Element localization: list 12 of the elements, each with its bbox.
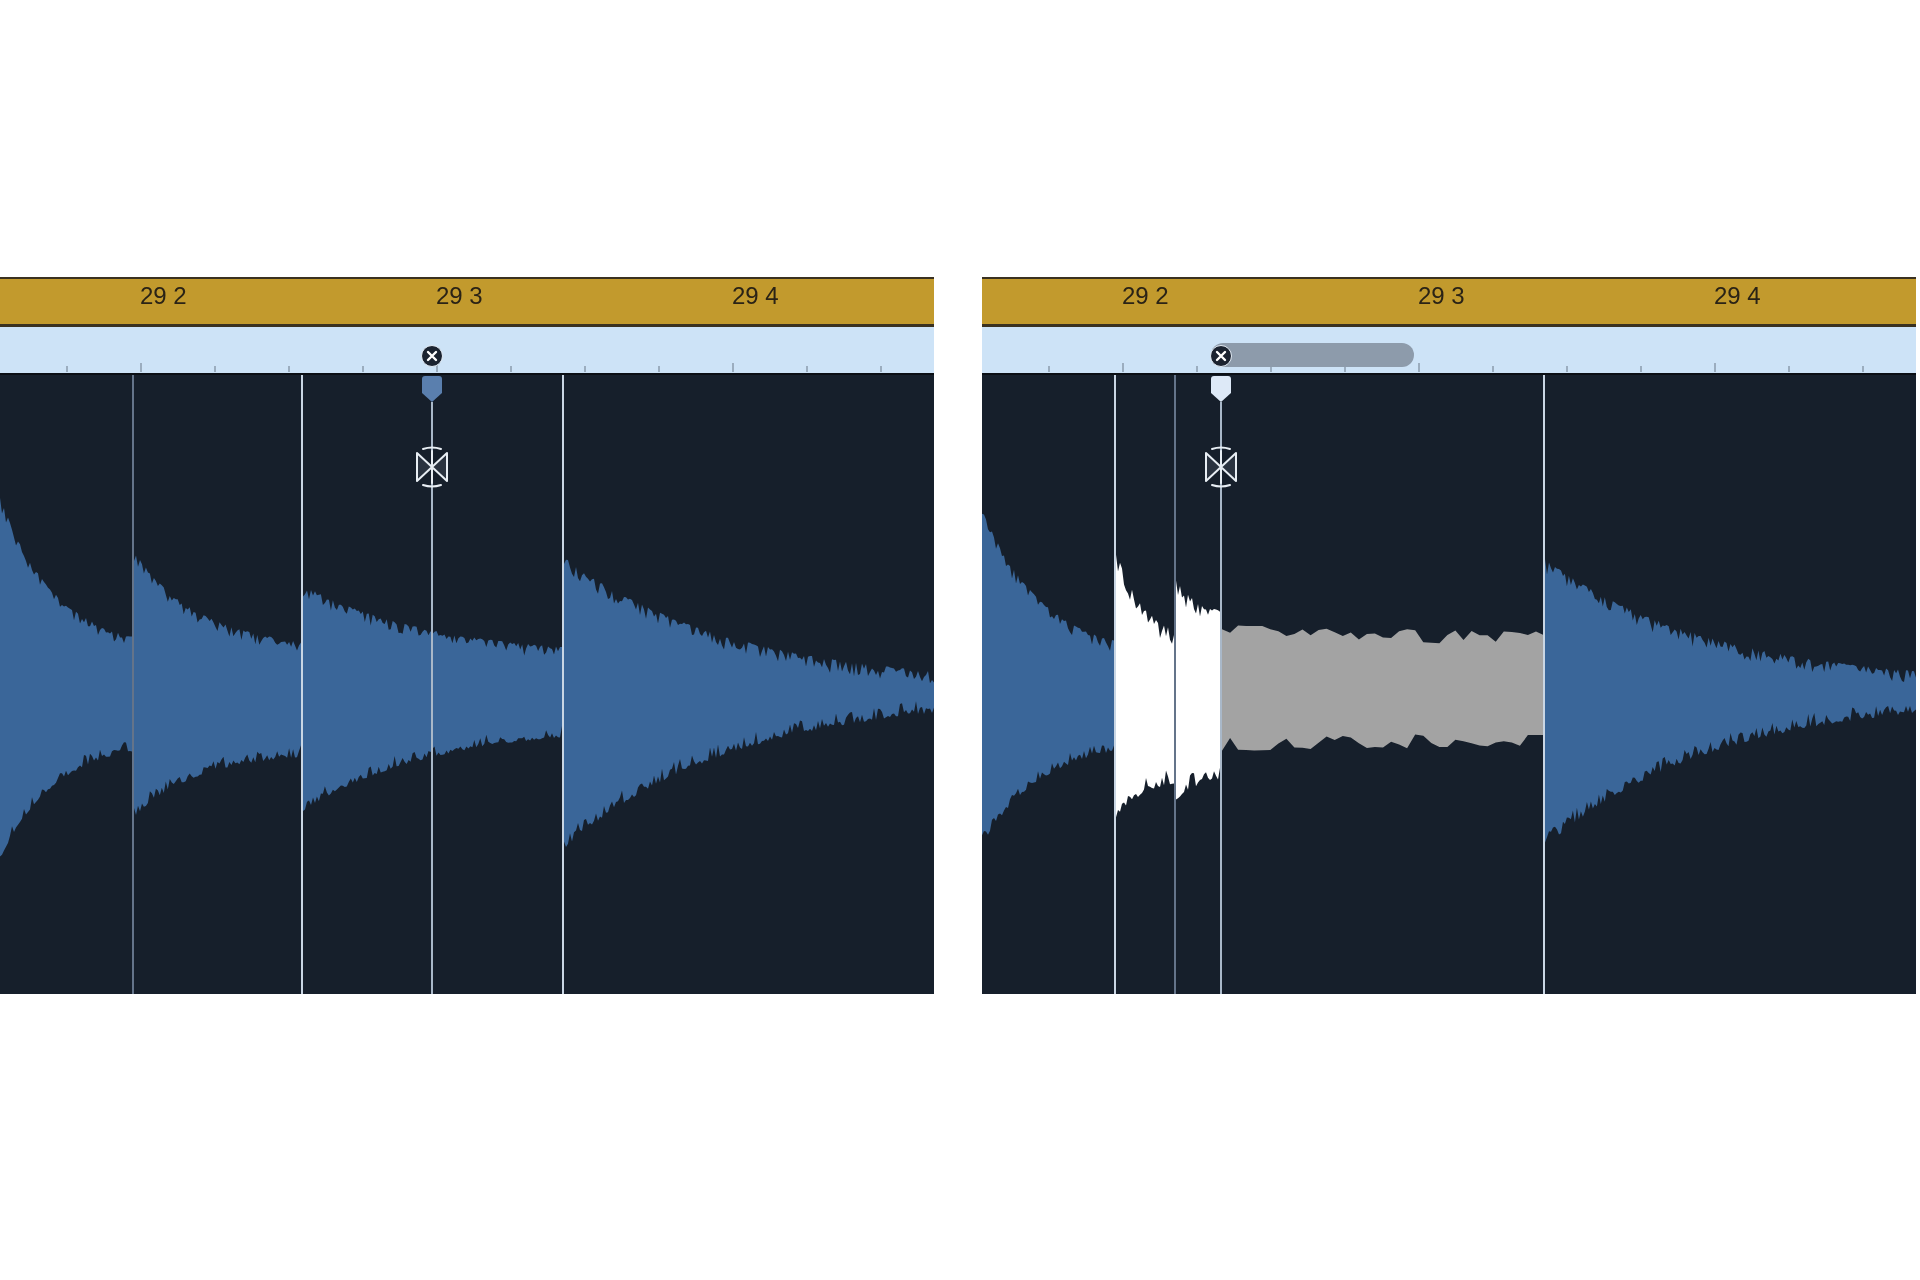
bar-number: 29 3 xyxy=(436,283,483,309)
marker-handle[interactable] xyxy=(422,376,442,402)
bar-number: 29 4 xyxy=(732,283,779,309)
close-icon[interactable] xyxy=(1210,345,1232,367)
bar-number: 29 2 xyxy=(1122,283,1169,309)
bar-number: 29 2 xyxy=(140,283,187,309)
cursor-icon xyxy=(1205,446,1237,488)
cursor-icon xyxy=(416,446,448,488)
marker-handle[interactable] xyxy=(1211,376,1231,402)
bar-number: 29 3 xyxy=(1418,283,1465,309)
bar-number: 29 4 xyxy=(1714,283,1761,309)
close-icon[interactable] xyxy=(421,345,443,367)
